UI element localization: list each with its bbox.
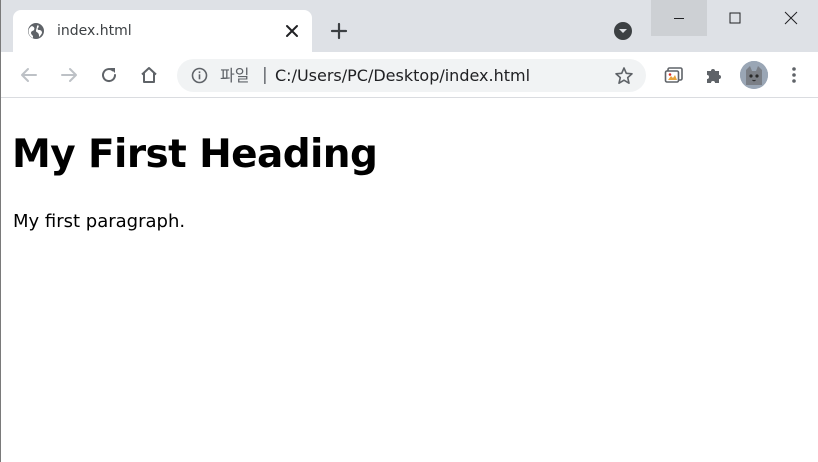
scheme-separator: |	[262, 65, 268, 85]
extensions-puzzle-icon[interactable]	[703, 64, 725, 86]
new-tab-plus-icon[interactable]	[329, 21, 349, 41]
close-icon	[784, 11, 798, 25]
minimize-icon	[674, 18, 684, 19]
page-paragraph: My first paragraph.	[13, 211, 186, 232]
cast-media-icon[interactable]	[663, 64, 685, 86]
back-arrow-icon[interactable]	[18, 64, 40, 86]
tab-title: index.html	[57, 23, 132, 39]
address-bar[interactable]: 파일 | C:/Users/PC/Desktop/index.html	[177, 59, 646, 92]
home-icon[interactable]	[138, 64, 160, 86]
page-content: My First Heading My first paragraph.	[1, 99, 818, 462]
tab-close-icon[interactable]	[284, 23, 300, 39]
close-window-button[interactable]	[763, 0, 818, 36]
url-text[interactable]: C:/Users/PC/Desktop/index.html	[275, 66, 530, 85]
forward-arrow-icon[interactable]	[58, 64, 80, 86]
browser-window: index.html 파일 | C:/Users/PC/Desktop/inde…	[0, 0, 818, 462]
tab-search-icon[interactable]	[613, 21, 633, 41]
globe-icon	[27, 22, 45, 40]
tab-index-html[interactable]: index.html	[13, 10, 312, 52]
tab-strip: index.html	[1, 0, 818, 52]
browser-toolbar: 파일 | C:/Users/PC/Desktop/index.html	[1, 52, 818, 98]
menu-kebab-icon[interactable]	[783, 64, 805, 86]
bookmark-star-icon[interactable]	[614, 66, 634, 86]
info-icon[interactable]	[191, 67, 208, 84]
profile-avatar-icon[interactable]	[740, 61, 768, 89]
file-scheme-label: 파일	[220, 66, 250, 85]
reload-icon[interactable]	[98, 64, 120, 86]
maximize-icon	[729, 12, 741, 24]
minimize-button[interactable]	[651, 0, 707, 36]
page-heading: My First Heading	[12, 132, 378, 177]
maximize-button[interactable]	[707, 0, 763, 36]
